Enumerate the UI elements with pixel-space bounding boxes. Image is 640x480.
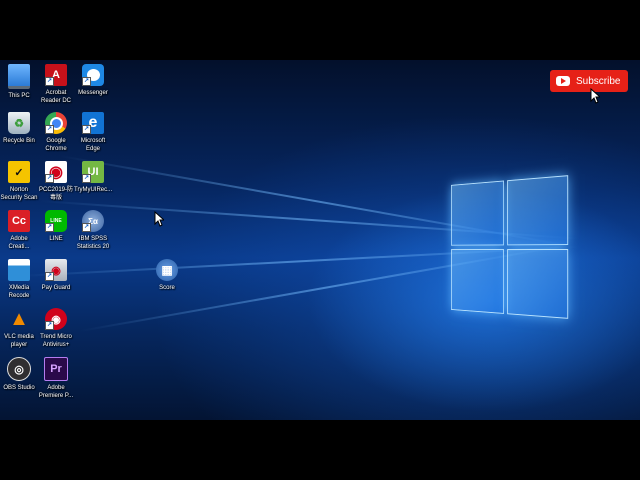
spss-icon: Σα ↗	[82, 210, 104, 232]
desktop-icon-obs[interactable]: ◎ OBS Studio	[0, 357, 38, 392]
desktop-icon-spss[interactable]: Σα ↗ IBM SPSS Statistics 20	[74, 210, 112, 251]
trend-micro-antivirus-icon: ◉ ↗	[45, 308, 67, 330]
shortcut-arrow-icon: ↗	[45, 125, 54, 134]
desktop-icon-label: Pay Guard	[41, 285, 71, 291]
norton-icon: ✓	[8, 161, 30, 183]
premiere-icon: Pr	[44, 357, 68, 381]
desktop-icon-vlc[interactable]: ▲ VLC media player	[0, 308, 38, 349]
desktop-icon-line[interactable]: LINE ↗ LINE	[37, 210, 75, 243]
desktop-icon-chrome[interactable]: ↗ Google Chrome	[37, 112, 75, 153]
desktop-icon-label: TryMyUIRec...	[74, 187, 113, 193]
score-icon: ▦	[156, 259, 178, 281]
desktop-icon-premiere[interactable]: Pr Adobe Premiere P...	[37, 357, 75, 400]
desktop-icon-label: VLC media player	[4, 334, 34, 348]
trymyui-icon: UI ↗	[82, 161, 104, 183]
desktop-icon-recycle-bin[interactable]: ♻ Recycle Bin	[0, 112, 38, 145]
desktop-icon-label: IBM SPSS Statistics 20	[76, 236, 110, 250]
windows-logo-pane	[507, 175, 569, 246]
windows-logo-pane	[451, 249, 504, 314]
edge-icon: e ↗	[82, 112, 104, 134]
line-icon: LINE ↗	[45, 210, 67, 232]
shortcut-arrow-icon: ↗	[45, 321, 54, 330]
windows-logo-pane	[451, 180, 504, 246]
desktop-icon-edge[interactable]: e ↗ Microsoft Edge	[74, 112, 112, 153]
xmedia-recode-icon	[8, 259, 30, 281]
shortcut-arrow-icon: ↗	[45, 272, 54, 281]
acrobat-icon: A ↗	[45, 64, 67, 86]
shortcut-arrow-icon: ↗	[45, 223, 54, 232]
desktop-icon-label: Google Chrome	[45, 138, 67, 152]
desktop-icon-label: Norton Security Scan	[0, 187, 38, 201]
mouse-cursor-icon	[154, 211, 164, 227]
desktop-icon-trymyui[interactable]: UI ↗ TryMyUIRec...	[74, 161, 112, 194]
desktop-icon-score[interactable]: ▦ Score	[148, 259, 186, 292]
desktop-icon-xmedia[interactable]: XMedia Recode	[0, 259, 38, 300]
trend-micro-icon: ◉ ↗	[45, 161, 67, 183]
recycle-bin-icon: ♻	[8, 112, 30, 134]
desktop-icon-this-pc[interactable]: This PC	[0, 64, 38, 100]
desktop-icon-label: OBS Studio	[3, 385, 35, 391]
desktop-icon-label: Acrobat Reader DC	[40, 90, 71, 104]
desktop-icon-label: Score	[159, 285, 175, 291]
desktop-icon-label: PCC2019-防 毒版	[38, 187, 73, 201]
youtube-play-icon	[556, 76, 570, 86]
desktop-icon-label: Recycle Bin	[3, 138, 35, 144]
desktop-icon-messenger[interactable]: ↗ Messenger	[74, 64, 112, 97]
mouse-cursor-icon	[590, 88, 600, 104]
shortcut-arrow-icon: ↗	[45, 174, 54, 183]
vlc-icon: ▲	[9, 307, 29, 330]
shortcut-arrow-icon: ↗	[82, 77, 91, 86]
pay-guard-icon: ◉ ↗	[45, 259, 67, 281]
desktop-icon-label: XMedia Recode	[8, 285, 30, 299]
windows-logo-pane	[507, 249, 569, 319]
subscribe-label: Subscribe	[576, 75, 621, 87]
windows-logo	[451, 175, 570, 325]
desktop-icon-label: Microsoft Edge	[80, 138, 106, 152]
desktop-icon-acrobat[interactable]: A ↗ Acrobat Reader DC	[37, 64, 75, 105]
computer-icon	[8, 64, 30, 89]
desktop-icon-label: Adobe Creati...	[8, 236, 30, 250]
desktop-icon-pcc2019[interactable]: ◉ ↗ PCC2019-防 毒版	[37, 161, 75, 202]
messenger-icon: ↗	[82, 64, 104, 86]
desktop-icon-label: LINE	[49, 236, 63, 242]
desktop-icon-label: Adobe Premiere P...	[38, 385, 74, 399]
desktop-icon-payguard[interactable]: ◉ ↗ Pay Guard	[37, 259, 75, 292]
chrome-icon: ↗	[45, 112, 67, 134]
desktop-icon-label: Trend Micro Antivirus+	[40, 334, 72, 348]
desktop-icon-label: Messenger	[78, 90, 108, 96]
desktop-icon-trend-antivirus[interactable]: ◉ ↗ Trend Micro Antivirus+	[37, 308, 75, 349]
obs-icon: ◎	[7, 357, 31, 381]
desktop-icon-adobe-creative[interactable]: Cc Adobe Creati...	[0, 210, 38, 251]
desktop-icon-label: This PC	[8, 93, 30, 99]
adobe-cc-icon: Cc	[8, 210, 30, 232]
shortcut-arrow-icon: ↗	[82, 223, 91, 232]
shortcut-arrow-icon: ↗	[82, 174, 91, 183]
shortcut-arrow-icon: ↗	[82, 125, 91, 134]
shortcut-arrow-icon: ↗	[45, 77, 54, 86]
desktop-icon-norton[interactable]: ✓ Norton Security Scan	[0, 161, 38, 202]
subscribe-button[interactable]: Subscribe	[550, 70, 628, 92]
